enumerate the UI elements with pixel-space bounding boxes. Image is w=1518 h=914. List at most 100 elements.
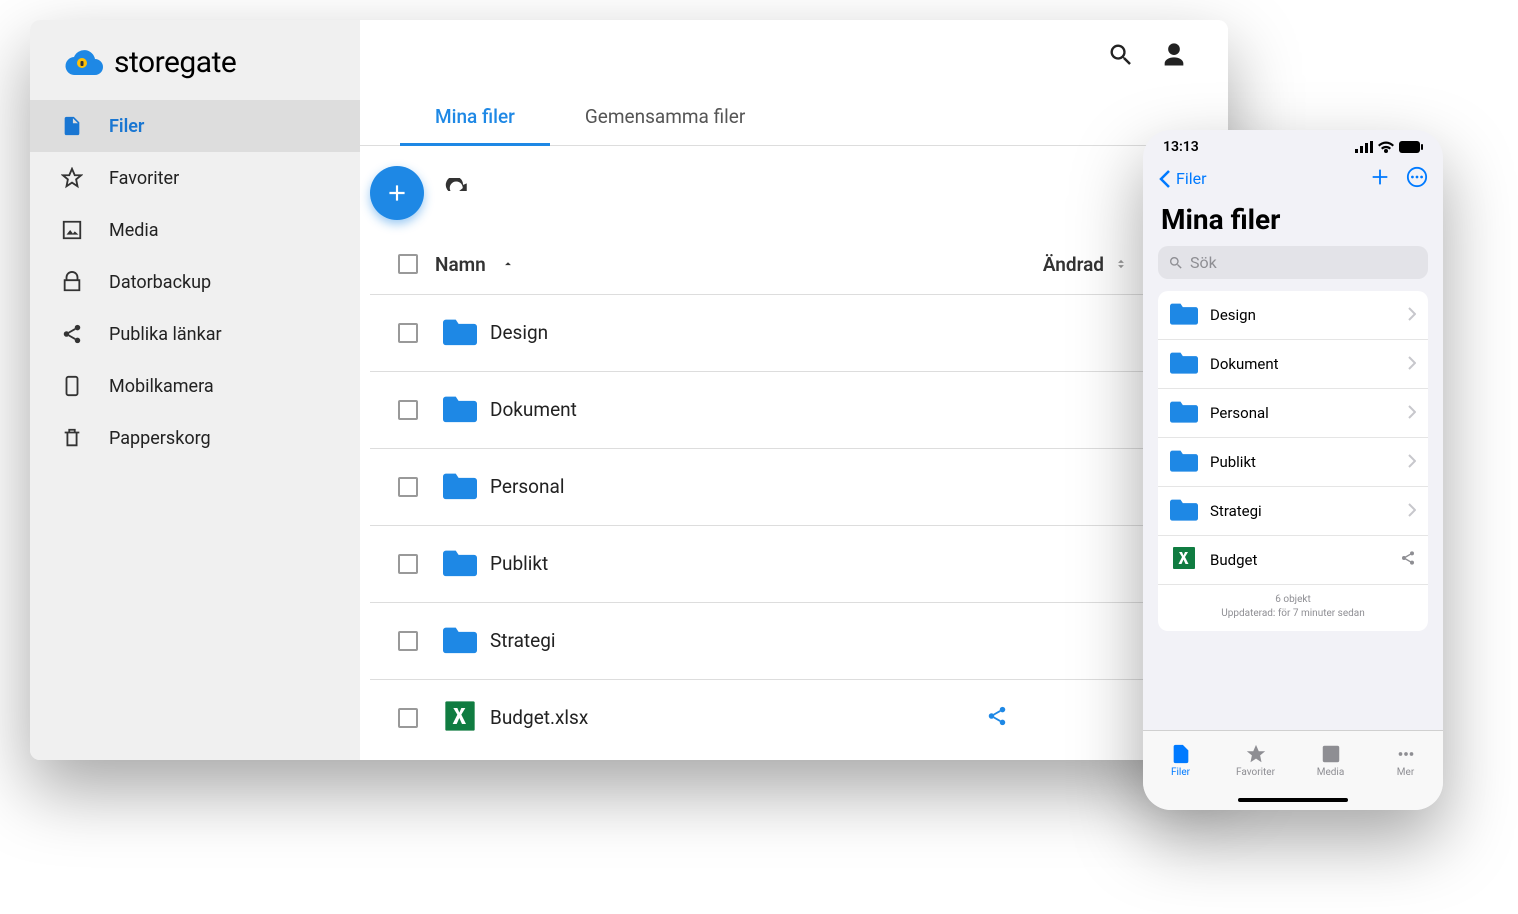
lock-icon [60,270,84,294]
sidebar-item-label: Favoriter [109,168,179,189]
row-checkbox[interactable] [398,400,418,420]
tab-label: Filer [1171,767,1190,778]
file-row[interactable]: Design [370,294,1218,371]
search-field[interactable]: Sök [1158,246,1428,279]
mobile-list-item[interactable]: Budget [1158,536,1428,585]
refresh-button[interactable] [444,178,470,208]
profile-icon[interactable] [1160,41,1188,69]
file-row[interactable]: Publikt [370,525,1218,602]
mobile-list-item[interactable]: Design [1158,291,1428,340]
tab-favoriter[interactable]: Favoriter [1218,731,1293,790]
tab-filer[interactable]: Filer [1143,731,1218,790]
sidebar-item-filer[interactable]: Filer [30,100,360,152]
home-indicator [1143,790,1443,810]
mobile-list-item[interactable]: Strategi [1158,487,1428,536]
folder-icon [1170,350,1198,378]
folder-icon [1170,497,1198,525]
excel-icon [443,700,477,736]
sidebar-item-favoriter[interactable]: Favoriter [30,152,360,204]
list-meta: 6 objekt Uppdaterad: för 7 minuter sedan [1158,585,1428,631]
sidebar-item-label: Datorbackup [109,272,211,293]
star-icon [60,166,84,190]
mobile-nav-actions [1369,166,1428,192]
tab-mer[interactable]: Mer [1368,731,1443,790]
sidebar-item-media[interactable]: Media [30,204,360,256]
sidebar-item-mobilkamera[interactable]: Mobilkamera [30,360,360,412]
file-name-label: Budget [1210,551,1388,569]
tab-gemensamma-filer[interactable]: Gemensamma filer [550,90,780,146]
column-header-name[interactable]: Namn [435,253,515,276]
mobile-app-window: 13:13 Filer Mina filer Sök Design [1143,130,1443,810]
folder-icon [1170,448,1198,476]
add-icon[interactable] [1369,166,1391,192]
tabs: Mina filer Gemensamma filer [360,90,1228,146]
chevron-right-icon [1408,355,1416,374]
file-name-label: Budget.xlsx [490,706,588,729]
more-icon [1395,743,1417,765]
file-name-label: Dokument [490,398,577,421]
file-row[interactable]: Strategi [370,602,1218,679]
chevron-right-icon [1408,404,1416,423]
tab-mina-filer[interactable]: Mina filer [400,90,550,146]
row-checkbox[interactable] [398,631,418,651]
sidebar-item-label: Media [109,220,159,241]
tab-label: Mer [1397,767,1414,778]
sidebar-item-label: Mobilkamera [109,376,214,397]
file-name-label: Strategi [490,629,555,652]
file-name-label: Personal [490,475,564,498]
share-icon [986,705,1008,731]
bottom-tab-bar: Filer Favoriter Media Mer [1143,730,1443,790]
row-checkbox[interactable] [398,708,418,728]
row-checkbox[interactable] [398,477,418,497]
status-indicators [1355,141,1423,153]
sort-icon [1114,253,1128,276]
mobile-list-item[interactable]: Personal [1158,389,1428,438]
search-placeholder: Sök [1190,253,1217,272]
sidebar-item-datorbackup[interactable]: Datorbackup [30,256,360,308]
sidebar-item-label: Filer [109,116,144,137]
tab-label: Media [1317,767,1345,778]
share-icon [60,322,84,346]
sidebar: storegate Filer Favoriter Media Datorbac… [30,20,360,760]
sidebar-item-label: Publika länkar [109,324,222,345]
signal-icon [1355,141,1373,153]
folder-icon [443,546,477,582]
more-icon[interactable] [1406,166,1428,192]
file-row[interactable]: Personal [370,448,1218,525]
wifi-icon [1378,141,1394,153]
status-bar: 13:13 [1143,130,1443,164]
file-row[interactable]: Budget.xlsx [370,679,1218,756]
tab-media[interactable]: Media [1293,731,1368,790]
mobile-list-item[interactable]: Publikt [1158,438,1428,487]
main-content: Mina filer Gemensamma filer Namn Ändrad [360,20,1228,760]
column-header-modified[interactable]: Ändrad [1043,253,1128,276]
select-all-checkbox[interactable] [398,254,418,274]
star-icon [1245,743,1267,765]
file-name-label: Design [490,321,548,344]
file-list: Namn Ändrad Design Dokument [360,235,1228,756]
sidebar-item-publika-lankar[interactable]: Publika länkar [30,308,360,360]
sidebar-item-papperskorg[interactable]: Papperskorg [30,412,360,464]
list-header: Namn Ändrad [370,235,1218,294]
trash-icon [60,426,84,450]
file-icon [60,114,84,138]
mobile-list-item[interactable]: Dokument [1158,340,1428,389]
search-icon[interactable] [1107,41,1135,69]
folder-icon [1170,399,1198,427]
mobile-file-list: Design Dokument Personal Publikt Strateg… [1158,291,1428,631]
file-row[interactable]: Dokument [370,371,1218,448]
file-name-label: Publikt [1210,453,1396,471]
back-button[interactable]: Filer [1158,169,1207,189]
file-name-label: Strategi [1210,502,1396,520]
folder-icon [443,392,477,428]
folder-icon [443,469,477,505]
file-name-label: Publikt [490,552,548,575]
top-bar [360,20,1228,90]
add-button[interactable] [370,166,424,220]
row-checkbox[interactable] [398,323,418,343]
row-checkbox[interactable] [398,554,418,574]
brand-name: storegate [114,45,236,80]
file-icon [1170,743,1192,765]
chevron-right-icon [1408,306,1416,325]
mobile-nav-bar: Filer [1143,164,1443,198]
